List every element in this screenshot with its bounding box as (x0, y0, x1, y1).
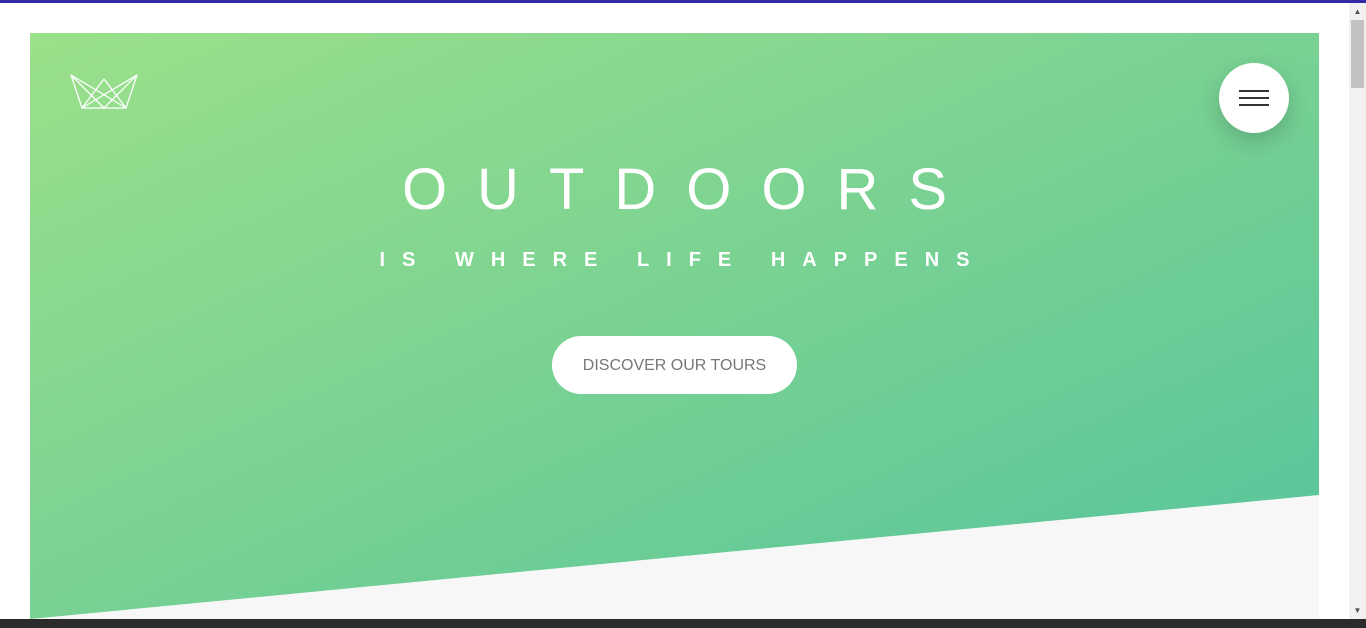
discover-tours-button[interactable]: DISCOVER OUR TOURS (552, 336, 797, 394)
scrollbar-thumb[interactable] (1351, 20, 1364, 88)
scroll-up-arrow-icon[interactable]: ▲ (1349, 3, 1366, 20)
hero-title: OUTDOORS (401, 157, 978, 222)
hero-section (30, 33, 1319, 619)
content-frame: OUTDOORS IS WHERE LIFE HAPPENS DISCOVER … (30, 33, 1319, 619)
scroll-down-arrow-icon[interactable]: ▼ (1349, 602, 1366, 619)
hamburger-icon (1239, 90, 1269, 92)
page: OUTDOORS IS WHERE LIFE HAPPENS DISCOVER … (0, 3, 1349, 619)
crown-icon[interactable] (70, 73, 138, 109)
hero-subtitle: IS WHERE LIFE HAPPENS (379, 249, 987, 271)
vertical-scrollbar[interactable]: ▲ ▼ (1349, 3, 1366, 619)
hamburger-icon-line (1239, 97, 1269, 99)
hamburger-icon-line (1239, 104, 1269, 106)
hero-heading: OUTDOORS IS WHERE LIFE HAPPENS (30, 158, 1319, 272)
bottom-bar (0, 619, 1366, 628)
menu-button[interactable] (1219, 63, 1289, 133)
